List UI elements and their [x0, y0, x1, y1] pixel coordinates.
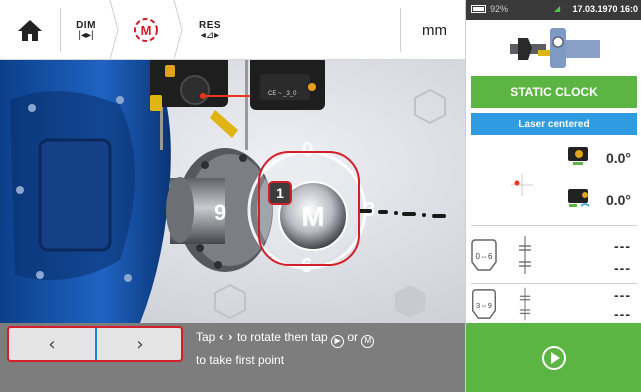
sensor-code-label: CE ~ _3_0	[268, 91, 297, 97]
rotate-right-button[interactable]: ›	[97, 328, 181, 360]
measure-button-label: M	[301, 201, 324, 232]
instruction-line-1: Tap ‹ › to rotate then tap ▶ or M	[196, 330, 375, 348]
laser-angle-value: 0.0°	[605, 192, 631, 208]
clock-3-9-icon: 3⇔9	[472, 289, 496, 319]
row2-top-value: ---	[614, 287, 631, 303]
machine-thumbnail-icon	[510, 28, 600, 68]
machine-thumbnail[interactable]	[466, 20, 641, 76]
row1-bottom-value: ---	[614, 260, 631, 276]
row2-label: 3⇔9	[476, 301, 492, 310]
play-icon	[542, 345, 566, 370]
tab-results[interactable]: RES ◂⊿▸	[188, 0, 232, 59]
tab-measure[interactable]: M	[122, 0, 170, 59]
chevron-left-hint-icon: ‹ ›	[218, 330, 237, 344]
measure-step-icon: M	[134, 17, 158, 42]
laser-target-icon	[511, 174, 533, 196]
row2-bottom-value: ---	[614, 306, 631, 322]
chevron-right-icon: ›	[136, 333, 144, 355]
tab-results-label: RES	[198, 19, 222, 31]
sensor-angle-value: 0.0°	[605, 150, 631, 166]
step-badge: 1	[276, 185, 284, 201]
battery-level: 92%	[490, 4, 509, 14]
right-panel: 92% ◢ 17.03.1970 16:0 STATIC CLOCK Laser…	[465, 0, 641, 392]
tab-dimensions[interactable]: DIM |◂▸|	[66, 0, 106, 59]
chevron-left-icon: ‹	[48, 333, 56, 355]
datetime: 17.03.1970 16:0	[572, 4, 638, 14]
row1-top-value: ---	[614, 238, 631, 254]
results-arrow-icon: ◂⊿▸	[200, 29, 220, 41]
machine-illustration: CE ~ _3_0 9 3 0 6 M 1	[0, 60, 465, 323]
breadcrumb-chevron-icon-2	[173, 0, 183, 59]
hint-or-text: or	[347, 330, 359, 344]
main-area: DIM |◂▸| M RES ◂⊿▸ mm CE ~ _3_0 9 0 6 M …	[0, 0, 465, 392]
home-icon	[18, 19, 42, 41]
home-button[interactable]	[10, 0, 50, 59]
laser-status-bar: Laser centered	[471, 113, 637, 135]
reading-row-0-6: 0⇔6 --- ---	[471, 228, 637, 284]
hint-tap-text: Tap	[196, 330, 216, 344]
m-hint-icon: M	[361, 335, 375, 348]
signal-icon: ◢	[554, 4, 561, 13]
top-toolbar: DIM |◂▸| M RES ◂⊿▸ mm	[0, 0, 465, 60]
sensor-device-icon	[568, 147, 588, 165]
dial-left-label: 9	[214, 200, 226, 225]
bottom-bar: ‹ › Tap ‹ › to rotate then tap ▶ or M to…	[0, 323, 465, 392]
hint-rotate-text: to rotate then tap	[236, 330, 328, 344]
play-hint-icon: ▶	[331, 335, 345, 348]
laser-device-icon	[568, 189, 590, 207]
dimension-arrow-icon: |◂▸|	[78, 29, 94, 41]
tab-measure-label: M	[141, 23, 152, 38]
reading-row-3-9: 3⇔9 --- ---	[471, 286, 637, 323]
sensor-status-box: 0.0° 0.0°	[471, 136, 637, 226]
clock-0-6-icon: 0⇔6	[471, 239, 497, 271]
rotate-nav-group: ‹ ›	[7, 326, 183, 362]
machine-scene: CE ~ _3_0 9 3 0 6 M 1	[0, 60, 465, 323]
static-clock-button[interactable]: STATIC CLOCK	[471, 76, 637, 108]
status-bar: 92% ◢ 17.03.1970 16:0	[466, 0, 641, 20]
unit-label[interactable]: mm	[422, 22, 447, 39]
offset-symbol-icon	[519, 236, 531, 274]
dial-top-label: 0	[302, 139, 313, 161]
tab-dimensions-label: DIM	[76, 19, 96, 31]
breadcrumb-chevron-icon	[109, 0, 119, 59]
take-point-button[interactable]	[466, 323, 641, 392]
battery-icon	[471, 5, 486, 13]
rotate-left-button[interactable]: ‹	[9, 328, 95, 360]
offset-symbol-icon-2	[519, 287, 531, 321]
row1-label: 0⇔6	[476, 252, 493, 261]
instruction-line-2: to take first point	[196, 353, 285, 367]
